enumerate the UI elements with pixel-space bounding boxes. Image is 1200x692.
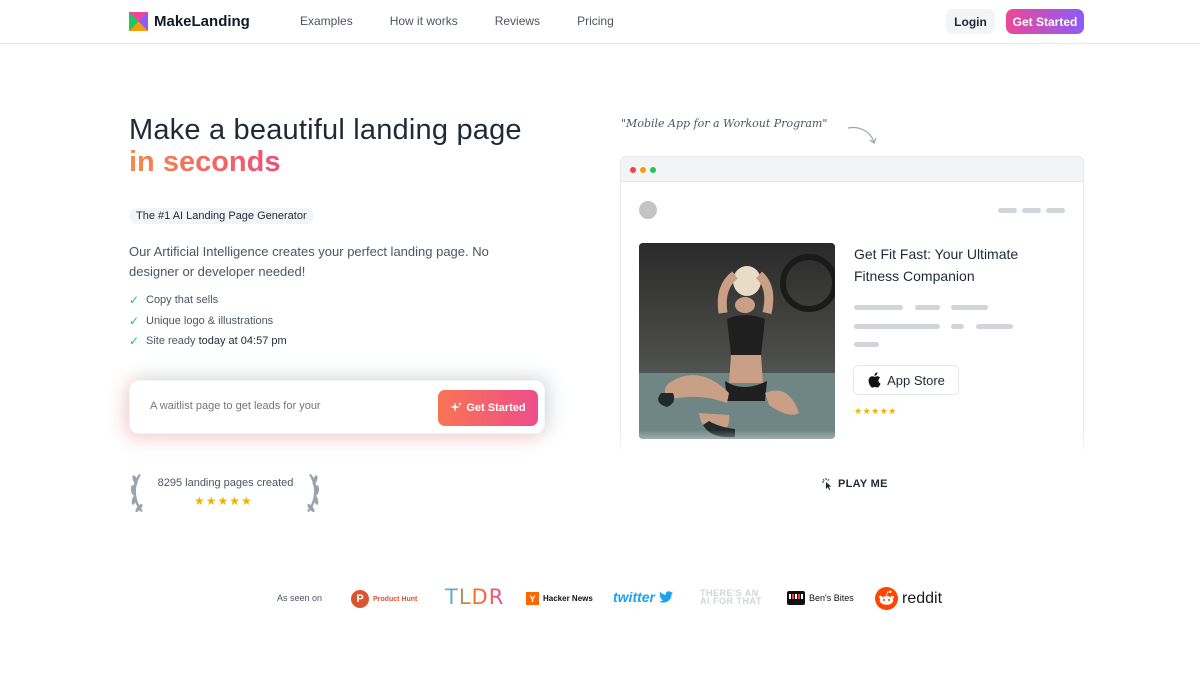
feature-text: Site ready [146,335,199,347]
feature-item: ✓ Unique logo & illustrations [129,314,273,328]
prompt-get-started-button[interactable]: Get Started [438,390,538,426]
top-nav: MakeLanding Examples How it works Review… [0,0,1200,44]
mock-text-line [951,305,988,310]
play-me-label: PLAY ME [838,478,888,490]
feature-item: ✓ Site ready today at 04:57 pm [129,334,287,348]
fitness-hero-image [639,243,835,439]
twitter-text: twitter [613,589,655,605]
feature-text: Copy that sells [146,294,219,306]
hero-title-highlight: in seconds [129,146,281,178]
product-hunt-icon: P [351,590,369,608]
hacker-news-icon: Y [526,592,539,605]
site-ready-time: today at 04:57 pm [198,335,287,347]
reddit-text: reddit [902,589,943,607]
minimize-dot-icon [640,167,646,173]
prompt-input[interactable] [150,400,430,412]
mock-nav-placeholder [1046,208,1065,213]
brand-name: MakeLanding [154,13,250,30]
landing-pages-count: 8295 landing pages created [157,477,294,489]
preview-fade-overlay [600,430,1104,474]
twitter-bird-icon [659,591,673,603]
mock-text-line [915,305,940,310]
play-me-button[interactable]: PLAY ME [821,478,888,490]
mock-text-line [854,324,940,329]
feature-item: ✓ Copy that sells [129,293,218,307]
rating-stars: ★★★★★ [194,494,253,508]
prompt-caption: "Mobile App for a Workout Program" [621,117,828,130]
mock-nav-placeholder [998,208,1017,213]
brand-logo[interactable]: MakeLanding [129,12,250,31]
bens-bites-text: Ben's Bites [809,593,854,603]
check-icon: ✓ [129,334,140,348]
browser-toolbar [621,157,1083,182]
twitter-logo: twitter [613,589,673,605]
feature-text: Unique logo & illustrations [146,315,274,327]
sparkle-icon [450,402,463,412]
check-icon: ✓ [129,314,140,328]
hacker-news-text: Hacker News [543,594,593,603]
bens-bites-icon [787,591,805,605]
product-hunt-logo: P Product Hunt [351,590,417,608]
nav-link-examples[interactable]: Examples [300,14,353,28]
nav-link-how-it-works[interactable]: How it works [390,14,458,28]
tldr-text: TLDR [445,585,505,609]
mock-text-line [976,324,1013,329]
preview-browser-window: Get Fit Fast: Your Ultimate Fitness Comp… [620,156,1084,456]
app-store-label: App Store [887,372,945,388]
tldr-logo: TLDR [445,585,504,609]
mock-heading: Get Fit Fast: Your Ultimate Fitness Comp… [854,246,1019,284]
cursor-click-icon [822,478,832,490]
mock-text-line [854,305,903,310]
aift-text: THERE'S AN AI FOR THAT [700,588,762,606]
app-store-button[interactable]: App Store [853,365,959,395]
login-button[interactable]: Login [946,9,995,34]
theres-an-ai-for-that-logo: THERE'S AN AI FOR THAT [700,588,770,606]
close-dot-icon [630,167,636,173]
hero-description: Our Artificial Intelligence creates your… [129,244,489,279]
curved-arrow-icon [847,126,877,144]
apple-icon [868,372,881,388]
reddit-logo: reddit [875,587,942,610]
nav-links: Examples How it works Reviews Pricing [300,14,651,28]
maximize-dot-icon [650,167,656,173]
tagline-badge: The #1 AI Landing Page Generator [129,208,314,224]
get-started-button[interactable]: Get Started [1006,9,1084,34]
prompt-box: Get Started [129,380,545,434]
logo-icon [129,12,148,31]
check-icon: ✓ [129,293,140,307]
hero-title: Make a beautiful landing page [129,114,522,146]
bens-bites-logo: Ben's Bites [787,591,854,605]
mock-rating-stars: ★★★★★ [854,406,897,416]
product-hunt-text: Product Hunt [373,595,418,603]
nav-link-pricing[interactable]: Pricing [577,14,614,28]
mock-text-line [854,342,879,347]
nav-link-reviews[interactable]: Reviews [495,14,540,28]
mock-nav-placeholder [1022,208,1041,213]
mock-logo-placeholder [639,201,657,219]
mock-text-line [951,324,964,329]
prompt-button-label: Get Started [466,402,526,414]
hacker-news-logo: Y Hacker News [526,592,593,605]
as-seen-on-label: As seen on [277,593,323,603]
reddit-icon [875,587,898,610]
